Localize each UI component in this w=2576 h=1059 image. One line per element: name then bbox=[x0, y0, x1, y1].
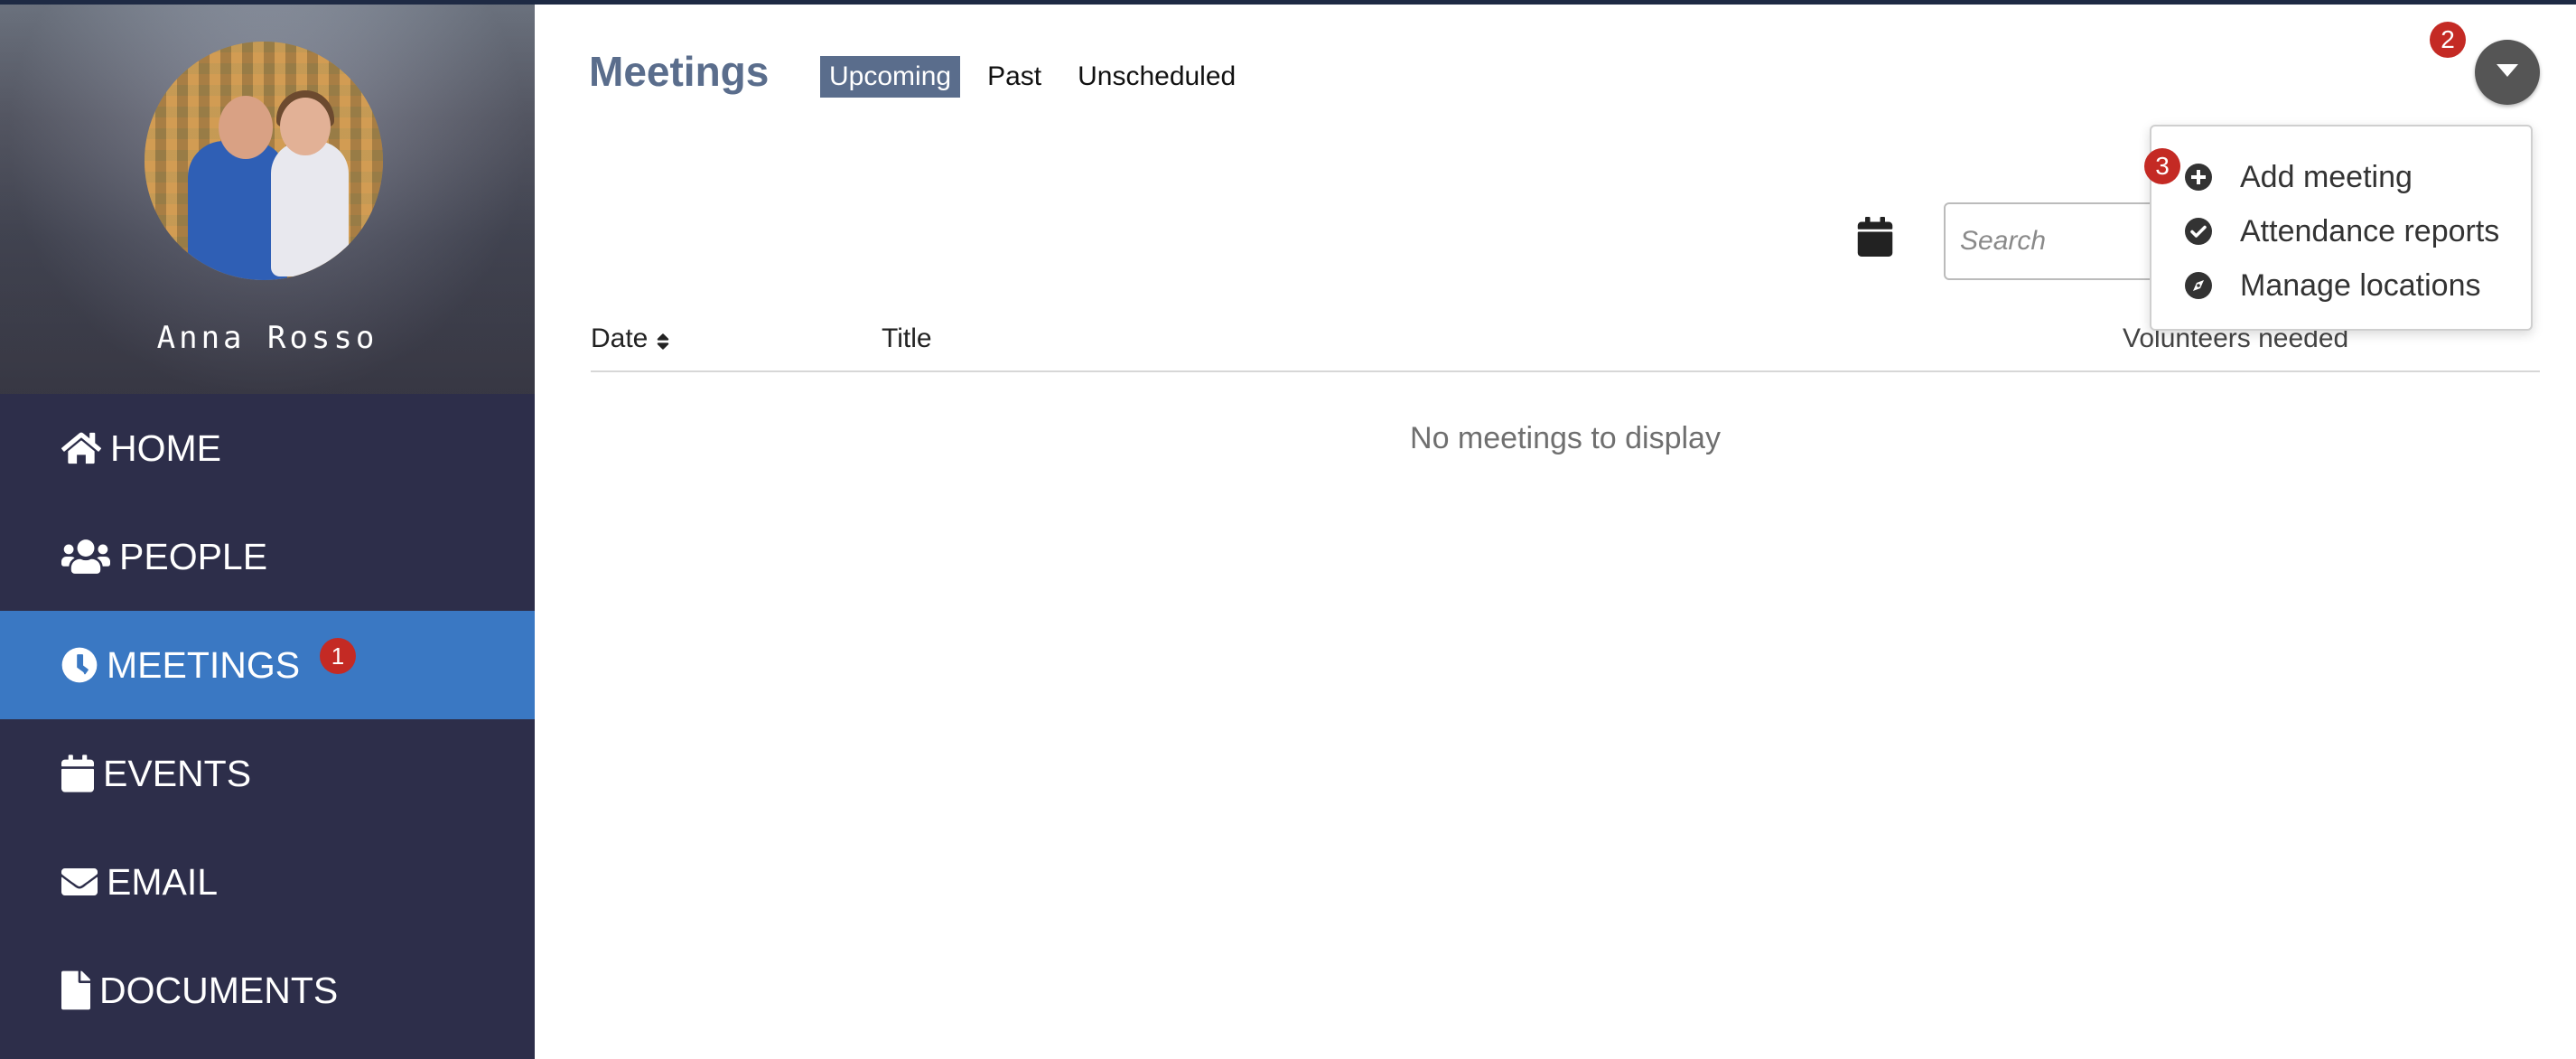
tab-unscheduled[interactable]: Unscheduled bbox=[1069, 56, 1245, 98]
sidebar-item-documents[interactable]: DOCUMENTS bbox=[0, 936, 535, 1045]
caret-down-icon bbox=[2497, 63, 2518, 82]
sort-icon bbox=[657, 329, 669, 351]
avatar[interactable] bbox=[145, 42, 383, 280]
sidebar-item-label: EVENTS bbox=[103, 752, 252, 794]
actions-menu-button[interactable] bbox=[2475, 40, 2540, 105]
actions-dropdown-menu: Add meeting Attendance reports Manage lo… bbox=[2150, 125, 2533, 331]
calendar-icon bbox=[61, 754, 94, 793]
document-icon bbox=[61, 970, 90, 1010]
tab-past[interactable]: Past bbox=[978, 56, 1050, 98]
tab-upcoming[interactable]: Upcoming bbox=[820, 56, 961, 98]
sidebar-item-home[interactable]: HOME bbox=[0, 394, 535, 502]
menu-item-manage-locations[interactable]: Manage locations bbox=[2151, 258, 2531, 313]
meeting-tabs: Upcoming Past Unscheduled bbox=[820, 56, 1263, 98]
empty-state-message: No meetings to display bbox=[1410, 421, 1721, 455]
sidebar-item-label: DOCUMENTS bbox=[99, 969, 339, 1011]
profile-header: Anna Rosso bbox=[0, 0, 535, 394]
compass-icon bbox=[2184, 271, 2213, 300]
sidebar-item-label: HOME bbox=[110, 426, 221, 469]
sidebar-item-label: PEOPLE bbox=[119, 535, 268, 577]
check-circle-icon bbox=[2184, 217, 2213, 246]
sidebar-nav: HOME PEOPLE MEETINGS 1 EVENTS EMAIL DOCU… bbox=[0, 394, 535, 1045]
sidebar-item-meetings[interactable]: MEETINGS 1 bbox=[0, 611, 535, 719]
profile-name[interactable]: Anna Rosso bbox=[0, 320, 535, 356]
step-badge: 2 bbox=[2430, 22, 2466, 58]
plus-circle-icon bbox=[2184, 163, 2213, 192]
main-content: Meetings Upcoming Past Unscheduled Date … bbox=[535, 0, 2576, 1059]
sidebar-item-email[interactable]: EMAIL bbox=[0, 828, 535, 936]
sidebar-item-label: MEETINGS bbox=[107, 643, 301, 686]
sidebar: Anna Rosso HOME PEOPLE MEETINGS 1 EVENTS… bbox=[0, 0, 535, 1059]
menu-item-label: Add meeting bbox=[2240, 159, 2413, 194]
menu-item-attendance-reports[interactable]: Attendance reports bbox=[2151, 204, 2531, 258]
calendar-view-icon[interactable] bbox=[1857, 217, 1893, 257]
top-accent-bar bbox=[0, 0, 2576, 5]
menu-item-label: Attendance reports bbox=[2240, 213, 2500, 248]
column-header-title: Title bbox=[882, 323, 932, 353]
page-title: Meetings bbox=[589, 48, 770, 95]
menu-item-label: Manage locations bbox=[2240, 267, 2481, 303]
sidebar-item-label: EMAIL bbox=[107, 860, 219, 903]
sidebar-item-people[interactable]: PEOPLE bbox=[0, 502, 535, 611]
home-icon bbox=[61, 428, 101, 468]
sidebar-item-events[interactable]: EVENTS bbox=[0, 719, 535, 828]
menu-item-add-meeting[interactable]: Add meeting bbox=[2151, 150, 2531, 204]
clock-icon bbox=[61, 645, 98, 685]
envelope-icon bbox=[61, 862, 98, 902]
step-badge: 1 bbox=[320, 638, 356, 674]
people-icon bbox=[61, 537, 110, 576]
column-header-date[interactable]: Date bbox=[591, 323, 669, 354]
step-badge: 3 bbox=[2144, 148, 2180, 184]
